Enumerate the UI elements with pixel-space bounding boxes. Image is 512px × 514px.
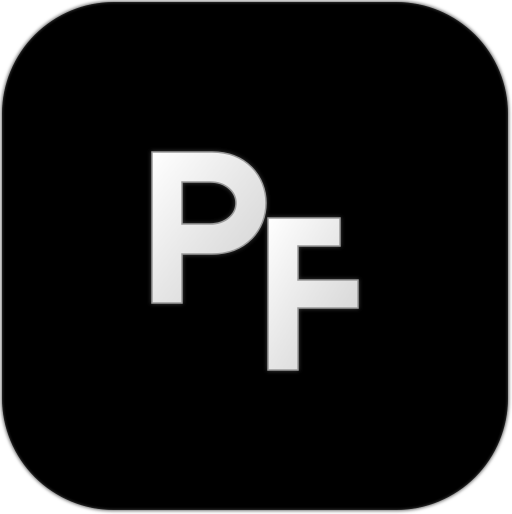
letter-f-glyph xyxy=(267,217,359,371)
letter-p-glyph xyxy=(151,151,267,304)
app-icon-tile[interactable] xyxy=(2,2,508,510)
pf-monogram-logo xyxy=(151,151,359,371)
